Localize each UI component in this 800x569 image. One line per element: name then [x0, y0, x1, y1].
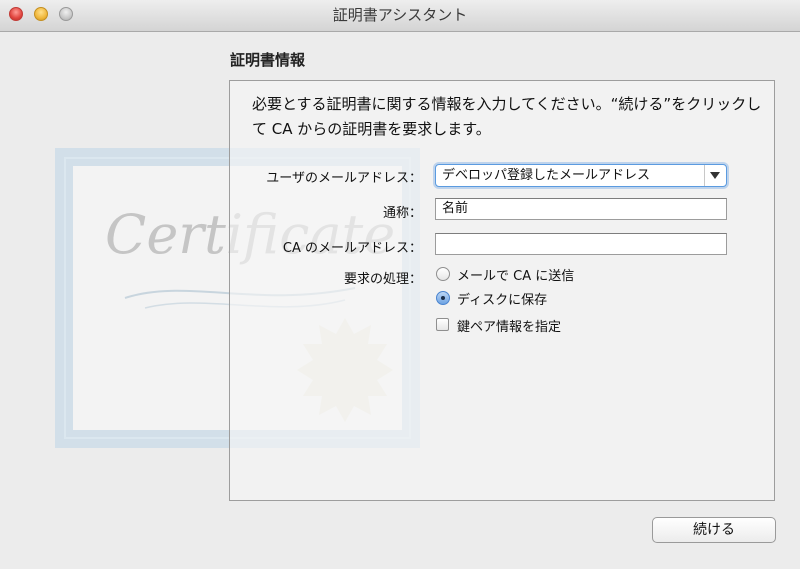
- ca-email-label: CA のメールアドレス：: [282, 241, 422, 256]
- title-bar: 証明書アシスタント: [0, 0, 800, 32]
- email-popup-value: デベロッパ登録したメールアドレス: [442, 168, 651, 183]
- option-email-ca-label: メールで CA に送信: [457, 269, 575, 284]
- radio-email-ca[interactable]: [436, 267, 450, 281]
- ca-email-field[interactable]: [435, 233, 727, 255]
- common-name-label: 通称：: [382, 206, 422, 221]
- radio-save-disk[interactable]: [436, 291, 450, 305]
- email-label: ユーザのメールアドレス：: [266, 171, 422, 186]
- certificate-assistant-window: 証明書アシスタント Certificate 証明書情報 必要とする証明書に関する…: [0, 0, 800, 569]
- window-title: 証明書アシスタント: [332, 6, 468, 24]
- keypair-label: 鍵ペア情報を指定: [457, 320, 562, 335]
- section-title: 証明書情報: [230, 51, 306, 69]
- option-save-disk-label: ディスクに保存: [457, 293, 548, 308]
- intro-text: 必要とする証明書に関する情報を入力してください。“続ける”をクリックして CA …: [252, 95, 762, 138]
- continue-button[interactable]: 続ける: [652, 517, 776, 543]
- request-label: 要求の処理：: [343, 272, 422, 287]
- keypair-checkbox[interactable]: [436, 318, 449, 331]
- common-name-field[interactable]: 名前: [435, 198, 727, 220]
- chevron-down-icon: [704, 165, 726, 186]
- email-popup[interactable]: デベロッパ登録したメールアドレス: [435, 164, 727, 187]
